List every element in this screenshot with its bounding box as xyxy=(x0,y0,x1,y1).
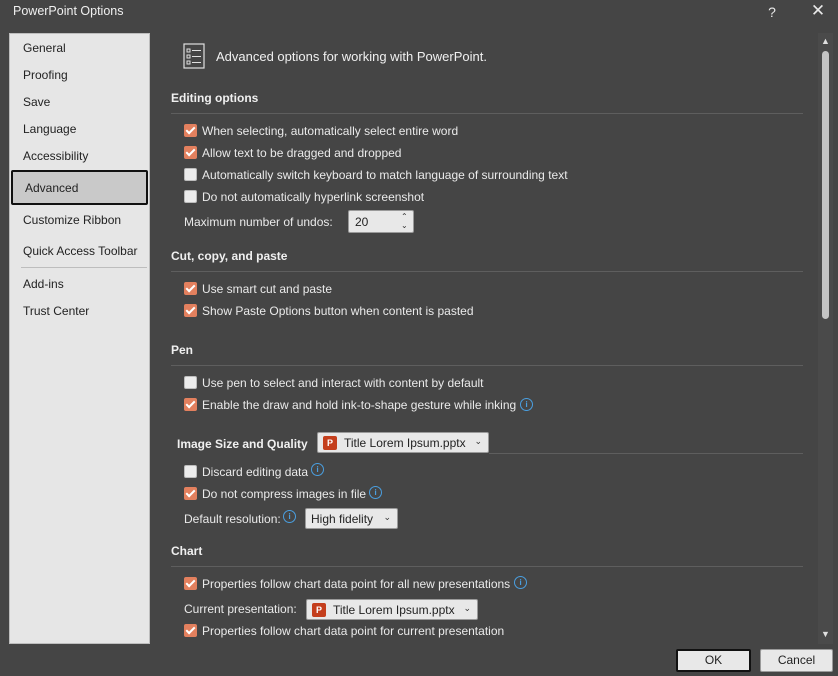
sidebar-item-advanced[interactable]: Advanced xyxy=(11,170,148,205)
checkbox-checked[interactable] xyxy=(184,624,197,637)
section-title-chart: Chart xyxy=(171,544,203,558)
scroll-up-icon[interactable]: ▲ xyxy=(821,36,830,46)
checkbox-checked[interactable] xyxy=(184,398,197,411)
title-bar: PowerPoint Options ? ✕ xyxy=(0,0,838,26)
option-label: Discard editing data xyxy=(202,465,309,479)
info-icon[interactable]: i xyxy=(520,398,533,411)
option-label: Do not automatically hyperlink screensho… xyxy=(202,190,425,204)
section-title-pen: Pen xyxy=(171,343,194,357)
option-label: Automatically switch keyboard to match l… xyxy=(202,168,568,182)
sidebar-item-save[interactable]: Save xyxy=(23,93,50,111)
checkbox-unchecked[interactable] xyxy=(184,168,197,181)
option-label: Properties follow chart data point for a… xyxy=(202,577,511,591)
page-title: Advanced options for working with PowerP… xyxy=(216,49,487,64)
vertical-scrollbar[interactable]: ▲ ▼ xyxy=(818,33,833,644)
image-file-dropdown[interactable]: P Title Lorem Ipsum.pptx ⌄ xyxy=(317,432,489,453)
sidebar-item-language[interactable]: Language xyxy=(23,120,76,138)
option-label: Properties follow chart data point for c… xyxy=(202,624,505,638)
resolution-dropdown[interactable]: High fidelity ⌄ xyxy=(305,508,398,529)
option-label: Allow text to be dragged and dropped xyxy=(202,146,402,160)
powerpoint-file-icon: P xyxy=(323,435,340,450)
option-label: Use pen to select and interact with cont… xyxy=(202,376,484,390)
undos-label: Maximum number of undos: xyxy=(184,215,333,229)
section-divider xyxy=(489,453,803,454)
info-icon[interactable]: i xyxy=(369,486,382,499)
advanced-options-icon xyxy=(183,43,205,69)
sidebar-item-add-ins[interactable]: Add-ins xyxy=(23,275,64,293)
checkbox-checked[interactable] xyxy=(184,487,197,500)
section-title-image-size-quality: Image Size and Quality xyxy=(177,437,308,451)
cancel-button[interactable]: Cancel xyxy=(760,649,833,672)
info-icon[interactable]: i xyxy=(311,463,324,476)
help-icon[interactable]: ? xyxy=(760,2,784,22)
resolution-label: Default resolution: xyxy=(184,512,281,526)
chevron-down-icon: ⌄ xyxy=(474,436,482,446)
chevron-down-icon: ⌄ xyxy=(383,512,391,522)
sidebar-item-quick-access-toolbar[interactable]: Quick Access Toolbar xyxy=(23,242,138,260)
checkbox-checked[interactable] xyxy=(184,577,197,590)
info-icon[interactable]: i xyxy=(283,510,296,523)
option-label: Enable the draw and hold ink-to-shape ge… xyxy=(202,398,517,412)
current-presentation-label: Current presentation: xyxy=(184,602,297,616)
checkbox-unchecked[interactable] xyxy=(184,465,197,478)
checkbox-unchecked[interactable] xyxy=(184,376,197,389)
checkbox-checked[interactable] xyxy=(184,124,197,137)
options-panel: Advanced options for working with PowerP… xyxy=(160,26,818,646)
ok-button[interactable]: OK xyxy=(676,649,751,672)
window-title: PowerPoint Options xyxy=(13,4,124,18)
powerpoint-file-icon: P xyxy=(312,602,329,617)
section-title-editing: Editing options xyxy=(171,91,259,105)
checkbox-checked[interactable] xyxy=(184,304,197,317)
sidebar: General Proofing Save Language Accessibi… xyxy=(9,33,150,644)
checkbox-checked[interactable] xyxy=(184,146,197,159)
section-title-cut-copy-paste: Cut, copy, and paste xyxy=(171,249,288,263)
scroll-thumb[interactable] xyxy=(822,51,829,319)
sidebar-item-customize-ribbon[interactable]: Customize Ribbon xyxy=(23,211,121,229)
option-label: Use smart cut and paste xyxy=(202,282,333,296)
sidebar-item-general[interactable]: General xyxy=(23,39,66,57)
scroll-down-icon[interactable]: ▼ xyxy=(821,629,830,639)
sidebar-item-proofing[interactable]: Proofing xyxy=(23,66,68,84)
section-divider xyxy=(171,113,803,114)
sidebar-item-accessibility[interactable]: Accessibility xyxy=(23,147,88,165)
chevron-down-icon: ⌄ xyxy=(463,603,471,613)
undos-stepper[interactable]: 20 ⌃ ⌄ xyxy=(348,210,414,233)
sidebar-item-trust-center[interactable]: Trust Center xyxy=(23,302,89,320)
chevron-up-icon[interactable]: ⌃ xyxy=(401,213,408,221)
close-icon[interactable]: ✕ xyxy=(803,0,833,22)
section-divider xyxy=(171,566,803,567)
undos-value: 20 xyxy=(355,215,369,229)
section-divider xyxy=(171,271,803,272)
option-label: Show Paste Options button when content i… xyxy=(202,304,474,318)
current-presentation-dropdown[interactable]: P Title Lorem Ipsum.pptx ⌄ xyxy=(306,599,478,620)
section-divider xyxy=(171,365,803,366)
option-label: When selecting, automatically select ent… xyxy=(202,124,459,138)
chevron-down-icon[interactable]: ⌄ xyxy=(401,222,408,230)
checkbox-unchecked[interactable] xyxy=(184,190,197,203)
resolution-value: High fidelity xyxy=(311,512,374,526)
sidebar-divider xyxy=(21,267,147,268)
image-file-name: Title Lorem Ipsum.pptx xyxy=(344,436,466,450)
current-presentation-file: Title Lorem Ipsum.pptx xyxy=(333,603,455,617)
checkbox-checked[interactable] xyxy=(184,282,197,295)
option-label: Do not compress images in file xyxy=(202,487,367,501)
info-icon[interactable]: i xyxy=(514,576,527,589)
